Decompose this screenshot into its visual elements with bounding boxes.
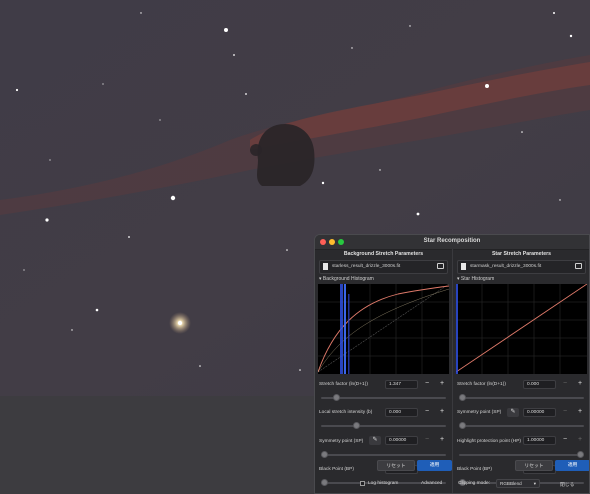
stretch-factor-input[interactable]: 1.347: [385, 380, 418, 389]
panel-header: Background Stretch Parameters: [343, 251, 424, 257]
background-reset-button[interactable]: リセット: [377, 460, 415, 471]
star-histogram: [456, 284, 587, 374]
symmetry-point-input[interactable]: 0.00000: [385, 436, 418, 445]
close-button[interactable]: 閉じる: [560, 481, 574, 488]
file-name: starmask_result_drizzle_3000s.fit: [470, 264, 542, 269]
stretch-factor-slider[interactable]: [459, 394, 584, 401]
folder-icon[interactable]: [437, 263, 444, 269]
panel-header: Star Stretch Parameters: [491, 251, 552, 257]
histogram-label: Star Histogram: [460, 276, 495, 282]
local-stretch-input[interactable]: 0.000: [385, 408, 418, 417]
stretch-factor-slider[interactable]: [321, 394, 446, 401]
log-histogram-checkbox[interactable]: [360, 481, 365, 486]
slider-knob[interactable]: [577, 451, 584, 458]
dialog-footer: Log histogram Advanced Clipping mode: RG…: [315, 475, 589, 493]
local-decrement-button[interactable]: −: [421, 408, 433, 417]
clipping-mode-value: RGBBlend: [500, 481, 522, 486]
advanced-button[interactable]: Advanced: [421, 481, 442, 486]
histogram-toggle[interactable]: ▾ Star Histogram: [457, 276, 494, 282]
black-point-label: Black Point (BP): [319, 467, 354, 472]
file-name: starless_result_drizzle_3000s.fit: [332, 264, 401, 269]
stretch-factor-input[interactable]: 0.000: [523, 380, 556, 389]
symmetry-point-input[interactable]: 0.00000: [523, 408, 556, 417]
histogram-label: Background Histogram: [322, 276, 374, 282]
clipping-mode-label: Clipping mode:: [458, 481, 490, 486]
slider-knob[interactable]: [352, 422, 360, 429]
star-reset-button[interactable]: リセット: [515, 460, 553, 471]
symmetry-point-label: Symmetry point (SP): [457, 410, 502, 415]
slider-knob[interactable]: [459, 422, 466, 429]
symmetry-point-label: Symmetry point (SP): [319, 439, 364, 444]
slider-knob[interactable]: [332, 394, 340, 401]
chevron-down-icon: ▾: [533, 481, 536, 486]
highlight-protection-input[interactable]: 1.00000: [523, 436, 556, 445]
local-stretch-label: Local stretch intensity (b): [319, 410, 373, 415]
stretch-factor-label: Stretch factor (ln(D+1)): [319, 382, 368, 387]
star-stretch-panel: Star Stretch Parameters starmask_result_…: [453, 249, 589, 493]
background-histogram: [318, 284, 449, 374]
document-icon: [323, 263, 328, 270]
clipping-mode-select[interactable]: RGBBlend ▾: [496, 479, 540, 488]
stretch-increment-button[interactable]: +: [574, 380, 586, 389]
hp-increment-button[interactable]: +: [574, 436, 586, 445]
background-stretch-panel: Background Stretch Parameters starless_r…: [315, 249, 453, 493]
sp-increment-button[interactable]: +: [436, 436, 448, 445]
background-apply-button[interactable]: 適用: [417, 460, 452, 471]
slider-knob[interactable]: [321, 451, 328, 458]
sp-decrement-button[interactable]: −: [559, 408, 571, 417]
stretch-decrement-button[interactable]: −: [559, 380, 571, 389]
sp-decrement-button[interactable]: −: [421, 436, 433, 445]
dialog-title: Star Recomposition: [423, 238, 481, 244]
title-bar: Star Recomposition: [315, 235, 589, 250]
stretch-decrement-button[interactable]: −: [421, 380, 433, 389]
star-apply-button[interactable]: 適用: [555, 460, 589, 471]
eyedropper-icon[interactable]: ✎: [369, 436, 381, 445]
star-file-selector[interactable]: starmask_result_drizzle_3000s.fit: [457, 260, 586, 274]
black-point-label: Black Point (BP): [457, 467, 492, 472]
eyedropper-icon[interactable]: ✎: [507, 408, 519, 417]
symmetry-point-slider[interactable]: [321, 451, 446, 458]
highlight-protection-label: Highlight protection point (HP): [457, 439, 521, 444]
histogram-toggle[interactable]: ▾ Background Histogram: [319, 276, 374, 282]
folder-icon[interactable]: [575, 263, 582, 269]
background-file-selector[interactable]: starless_result_drizzle_3000s.fit: [319, 260, 448, 274]
log-histogram-label: Log histogram: [368, 481, 399, 486]
local-stretch-slider[interactable]: [321, 422, 446, 429]
local-increment-button[interactable]: +: [436, 408, 448, 417]
highlight-protection-slider[interactable]: [459, 451, 584, 458]
symmetry-point-slider[interactable]: [459, 422, 584, 429]
slider-knob[interactable]: [459, 394, 466, 401]
hp-decrement-button[interactable]: −: [559, 436, 571, 445]
stretch-factor-label: Stretch factor (ln(D+1)): [457, 382, 506, 387]
sp-increment-button[interactable]: +: [574, 408, 586, 417]
document-icon: [461, 263, 466, 270]
star-recomposition-dialog: Star Recomposition Background Stretch Pa…: [314, 234, 590, 494]
stretch-increment-button[interactable]: +: [436, 380, 448, 389]
